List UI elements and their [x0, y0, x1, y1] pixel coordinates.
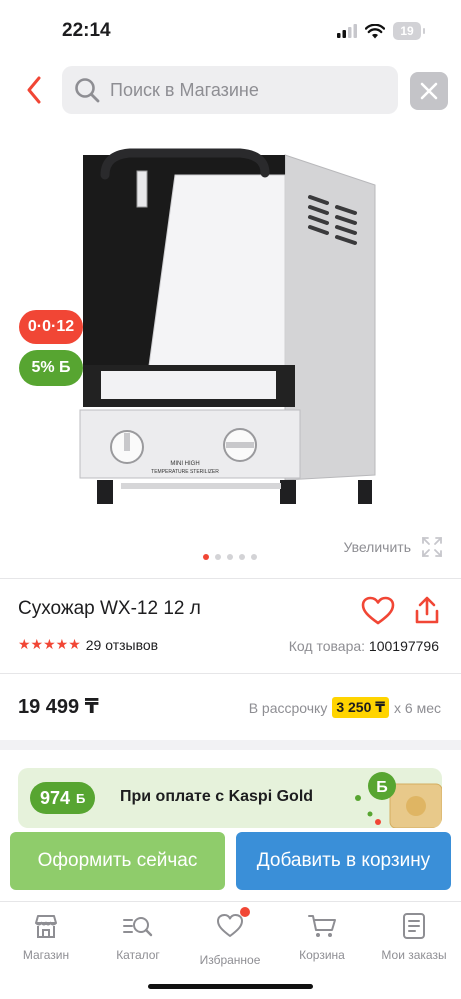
share-button[interactable]	[414, 595, 440, 630]
pagination-dot[interactable]	[203, 554, 209, 560]
kaspi-gold-card-icon: Б	[355, 772, 442, 828]
store-icon	[35, 915, 57, 938]
divider	[0, 578, 461, 579]
installment-amount: 3 250 ₸	[332, 697, 390, 718]
product-code: Код товара: 100197796	[289, 638, 439, 654]
kaspi-bonus-badge: 974 Б	[30, 782, 96, 814]
divider	[0, 673, 461, 674]
search-input[interactable]	[110, 79, 370, 101]
installment-prefix: В рассрочку	[248, 699, 328, 716]
search-icon	[75, 78, 100, 103]
product-code-label: Код товара:	[288, 638, 366, 654]
back-button[interactable]	[18, 72, 50, 108]
svg-text:Б: Б	[376, 779, 388, 796]
pagination-dot[interactable]	[215, 554, 221, 560]
product-price: 19 499 ₸	[18, 696, 99, 718]
installment-suffix: х 6 мес	[394, 699, 441, 716]
section-separator	[0, 740, 461, 750]
svg-text:TEMPERATURE STERILIZER: TEMPERATURE STERILIZER	[151, 469, 219, 475]
gallery-pagination	[203, 554, 257, 560]
cellular-signal-icon	[337, 24, 357, 38]
svg-text:MINI HIGH: MINI HIGH	[170, 461, 199, 467]
bonus-badge: 5% Б	[19, 350, 83, 386]
zoom-label: Увеличить	[343, 539, 411, 555]
buy-now-button[interactable]: Оформить сейчас	[10, 832, 225, 890]
reviews-link[interactable]: 29 отзывов	[86, 637, 158, 653]
tab-label: Мои заказы	[381, 948, 447, 962]
tab-label: Избранное	[199, 953, 261, 967]
favorites-icon-wrap	[216, 907, 250, 945]
kaspi-bonus-mark: Б	[76, 790, 86, 806]
orders-icon	[403, 913, 425, 939]
pagination-dot[interactable]	[227, 554, 233, 560]
tab-label: Каталог	[116, 948, 160, 962]
expand-icon	[422, 537, 442, 557]
product-code-value: 100197796	[368, 638, 439, 654]
favorite-button[interactable]	[361, 596, 395, 631]
kaspi-gold-banner[interactable]: 974 Б При оплате с Kaspi Gold Б	[18, 768, 442, 828]
heart-icon	[217, 914, 243, 937]
battery-indicator: 19	[393, 22, 425, 40]
cart-icon	[308, 915, 336, 937]
kaspi-bonus-amount: 974	[40, 787, 71, 808]
status-icons: 19	[337, 22, 425, 40]
tab-catalog[interactable]: Каталог	[92, 912, 184, 962]
tab-cart[interactable]: Корзина	[276, 912, 368, 962]
installment-info: В рассрочку 3 250 ₸ х 6 мес	[249, 697, 441, 718]
wifi-icon	[365, 23, 385, 38]
clear-search-button[interactable]	[410, 72, 448, 110]
product-image[interactable]: MINI HIGH TEMPERATURE STERILIZER	[75, 145, 395, 515]
pagination-dot[interactable]	[251, 554, 257, 560]
home-indicator	[148, 984, 313, 989]
zoom-button[interactable]: Увеличить	[343, 536, 443, 558]
heart-icon	[361, 596, 395, 625]
chevron-left-icon	[27, 76, 41, 104]
kaspi-gold-text: При оплате с Kaspi Gold	[120, 788, 314, 805]
catalog-search-icon	[123, 917, 153, 937]
product-title: Сухожар WX-12 12 л	[18, 598, 201, 619]
tab-label: Магазин	[22, 948, 70, 962]
close-icon	[420, 82, 438, 100]
notification-dot	[240, 907, 250, 917]
product-rating: ★★★★★ 29 отзывов	[18, 636, 158, 653]
tab-favorites[interactable]: Избранное	[184, 907, 276, 967]
installment-badge: 0·0·12	[19, 310, 83, 344]
rating-stars-icon: ★★★★★	[18, 636, 81, 652]
tab-label: Корзина	[299, 948, 345, 962]
share-icon	[415, 596, 439, 624]
pagination-dot[interactable]	[239, 554, 245, 560]
tab-store[interactable]: Магазин	[0, 912, 92, 962]
status-time: 22:14	[62, 20, 111, 41]
search-bar[interactable]	[62, 66, 398, 114]
tab-orders[interactable]: Мои заказы	[368, 912, 460, 962]
add-to-cart-button[interactable]: Добавить в корзину	[236, 832, 451, 890]
